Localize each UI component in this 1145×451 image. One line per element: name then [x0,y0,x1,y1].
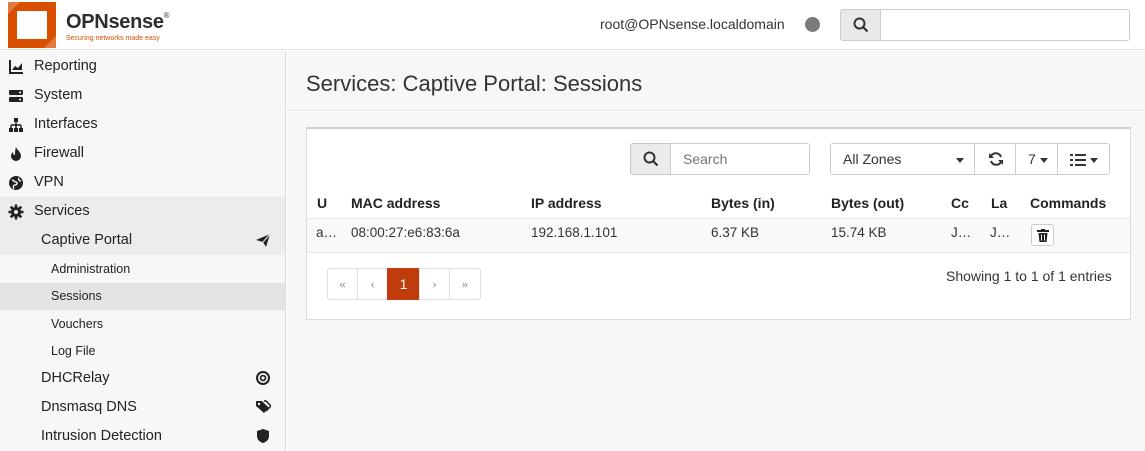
sidebar-item-dnsmasq-dns[interactable]: Dnsmasq DNS [0,393,285,422]
chevron-down-icon [1040,158,1048,163]
sidebar-item-firewall[interactable]: Firewall [0,139,285,168]
cell-user: a… [316,225,338,240]
search-button[interactable] [630,143,671,175]
brand-name: OPNsense [66,11,164,33]
sidebar-item-label: Captive Portal [41,232,133,248]
sidebar-item-log-file[interactable]: Log File [0,338,285,365]
pager-prev[interactable]: ‹ [357,268,388,300]
pager-next[interactable]: › [419,268,450,300]
sidebar-item-label: Administration [51,262,131,276]
sidebar-item-label: System [34,87,83,103]
pagination-summary: Showing 1 to 1 of 1 entries [946,268,1112,284]
cell-connected: J… [951,225,972,240]
pager-last[interactable]: » [449,268,481,300]
user-menu[interactable]: root@OPNsense.localdomain [600,16,785,32]
zone-select-value: All Zones [843,151,902,167]
sidebar-item-label: Dnsmasq DNS [41,399,137,415]
chart-icon [9,60,23,74]
sidebar-item-intrusion-detection[interactable]: Intrusion Detection [0,422,285,451]
sidebar-item-label: Vouchers [51,317,104,331]
sidebar-item-label: Sessions [51,289,102,303]
search-icon [853,17,869,33]
cell-last: J… [990,225,1011,240]
cell-mac: 08:00:27:e6:83:6a [351,225,460,240]
sidebar-item-label: Interfaces [34,116,98,132]
search-icon [643,151,659,167]
zone-select[interactable]: All Zones [830,143,975,175]
search-input[interactable] [670,143,810,175]
trash-icon [1037,229,1049,242]
chevron-down-icon [1090,158,1098,163]
sidebar-item-vpn[interactable]: VPN [0,168,285,197]
columns-select[interactable] [1057,143,1110,175]
cell-bytes-in: 6.37 KB [711,225,760,240]
column-header-connected[interactable]: Cc [951,195,971,211]
sidebar-item-label: Reporting [34,58,97,74]
status-indicator[interactable] [805,17,820,32]
page-title: Services: Captive Portal: Sessions [306,71,643,96]
cell-bytes-out: 15.74 KB [831,225,887,240]
cell-ip: 192.168.1.101 [531,225,618,240]
sitemap-icon [9,118,23,132]
top-search-input[interactable] [880,9,1130,41]
refresh-icon [989,152,1003,166]
rows-per-page-select[interactable]: 7 [1015,143,1058,175]
fire-icon [11,147,21,161]
top-bar: OPNsense® Securing networks made easy ro… [0,0,1145,50]
paper-plane-icon [256,233,271,247]
sidebar-item-dhcrelay[interactable]: DHCRelay [0,364,285,393]
column-header-last[interactable]: La [991,195,1011,211]
sidebar-item-sessions[interactable]: Sessions [0,283,285,310]
column-header-bytes-out[interactable]: Bytes (out) [831,195,904,211]
pager-first[interactable]: « [327,268,358,300]
sidebar-item-reporting[interactable]: Reporting [0,52,285,81]
disconnect-session-button[interactable] [1031,224,1054,246]
column-header-mac[interactable]: MAC address [351,195,440,211]
sidebar-item-captive-portal[interactable]: Captive Portal [0,226,285,255]
sidebar-item-system[interactable]: System [0,81,285,110]
sidebar-item-interfaces[interactable]: Interfaces [0,110,285,139]
chevron-down-icon [956,158,964,163]
tags-icon [256,400,271,413]
logo-mark-icon [8,2,56,48]
shield-icon [257,429,269,443]
pager-page[interactable]: 1 [387,268,420,300]
globe-icon [9,176,23,190]
list-icon [1070,154,1086,166]
table-row-divider [307,252,1130,253]
sidebar-item-label: DHCRelay [41,370,110,386]
column-header-commands: Commands [1030,195,1107,211]
server-icon [9,90,23,102]
rows-per-page-value: 7 [1028,151,1036,167]
page-header: Services: Captive Portal: Sessions [287,51,1145,111]
top-search-button[interactable] [840,9,881,41]
sidebar-item-label: Firewall [34,145,84,161]
sidebar-item-label: VPN [34,174,64,190]
column-header-bytes-in[interactable]: Bytes (in) [711,195,775,211]
column-header-ip[interactable]: IP address [531,195,602,211]
column-header-user[interactable]: U [317,195,335,211]
sidebar-item-vouchers[interactable]: Vouchers [0,311,285,338]
sidebar-item-services[interactable]: Services [0,197,285,226]
sidebar-item-label: Log File [51,344,96,358]
gear-icon [8,204,24,220]
sidebar-item-label: Services [34,203,90,219]
bullseye-icon [256,371,270,385]
brand-tagline: Securing networks made easy [66,35,160,42]
refresh-button[interactable] [974,143,1016,175]
opnsense-logo[interactable]: OPNsense® Securing networks made easy [8,2,178,48]
sidebar-item-administration[interactable]: Administration [0,256,285,283]
sidebar-item-label: Intrusion Detection [41,428,162,444]
